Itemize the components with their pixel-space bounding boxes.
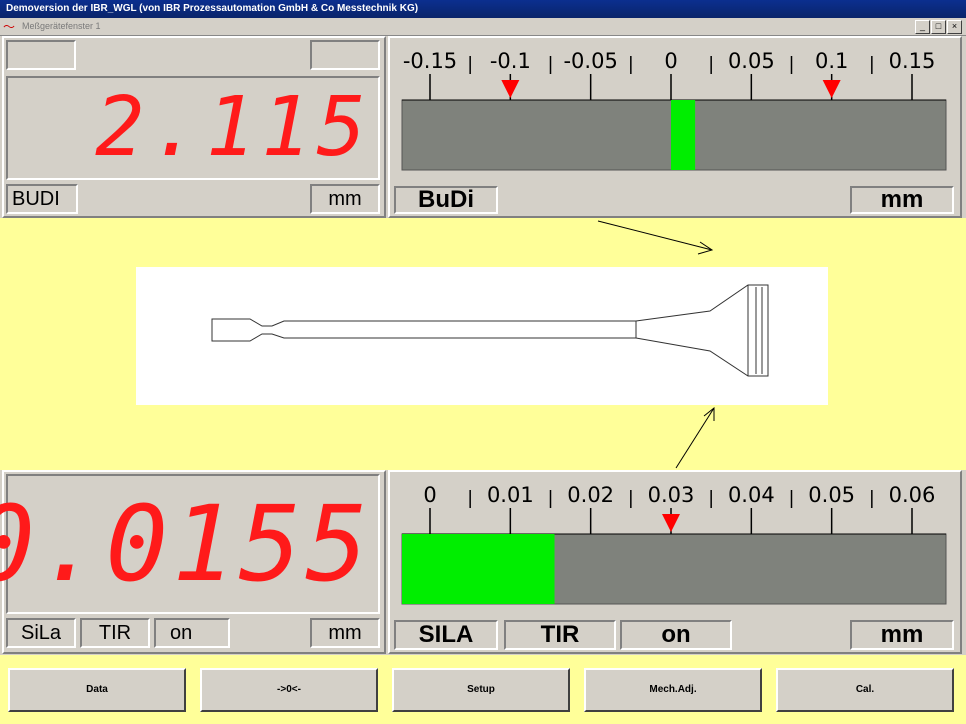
bottom-tick-label: 0.06 (889, 483, 936, 507)
bottom-tick-label: 0 (423, 483, 436, 507)
top-blank-field-left (6, 40, 76, 70)
bottom-tick-label: 0.04 (728, 483, 775, 507)
cal-button[interactable]: Cal. (776, 668, 954, 712)
top-tick-label: -0.15 (403, 49, 457, 73)
bottom-value-panel: 0.0155 SiLa TIR on mm (0, 470, 386, 654)
bottom-tick-label: 0.05 (808, 483, 855, 507)
bottom-scale-chart: 0 0.01 0.02 0.03 0.04 0.05 0.06 (401, 483, 947, 605)
bottom-state-label: on (154, 618, 230, 648)
window-title: Demoversion der IBR_WGL (von IBR Prozess… (6, 3, 419, 14)
bottom-tick-label: 0.02 (567, 483, 614, 507)
bottom-bar-state-label: on (620, 620, 732, 650)
bottom-scale-panel: 0 0.01 0.02 0.03 0.04 0.05 0.06 SILA TIR on mm (388, 470, 962, 654)
bottom-name-label: SiLa (6, 618, 76, 648)
bottom-bar-name-label: SILA (394, 620, 498, 650)
window-title-bar: Demoversion der IBR_WGL (von IBR Prozess… (0, 0, 966, 18)
top-tick-label: 0.15 (889, 49, 936, 73)
bottom-tick-label: 0.01 (487, 483, 534, 507)
top-measured-value: 2.115 (95, 80, 372, 175)
bottom-bar-unit-label: mm (850, 620, 954, 650)
top-name-label: BUDI (6, 184, 78, 214)
top-tick-label: -0.05 (563, 49, 617, 73)
top-unit-label: mm (310, 184, 380, 214)
top-digit-display: 2.115 (6, 76, 380, 180)
top-tick-label: 0.1 (815, 49, 848, 73)
top-tick-label: 0 (664, 49, 677, 73)
minimize-button[interactable]: _ (915, 20, 930, 34)
top-tick-label: -0.1 (490, 49, 531, 73)
bottom-unit-label: mm (310, 618, 380, 648)
bottom-mode-label: TIR (80, 618, 150, 648)
top-scale-chart: -0.15 -0.1 -0.05 0 0.05 0.1 0.15 (401, 49, 947, 171)
bottom-measured-value: 0.0155 (0, 483, 372, 605)
child-window-title-bar: 〜 Meßgerätefenster 1 _ □ × (0, 18, 966, 36)
mech-adj-button[interactable]: Mech.Adj. (584, 668, 762, 712)
setup-button[interactable]: Setup (392, 668, 570, 712)
bottom-value-bar (402, 534, 555, 604)
top-tolerance-marker (501, 80, 520, 98)
bottom-bar-mode-label: TIR (504, 620, 616, 650)
maximize-button[interactable]: □ (931, 20, 946, 34)
close-button[interactable]: × (947, 20, 962, 34)
top-tick-label: 0.05 (728, 49, 775, 73)
child-window-title: Meßgerätefenster 1 (22, 21, 101, 31)
top-bar-unit-label: mm (850, 186, 954, 214)
data-button[interactable]: Data (8, 668, 186, 712)
top-blank-field-right (310, 40, 380, 70)
top-bar-name-label: BuDi (394, 186, 498, 214)
bottom-tolerance-marker (662, 514, 680, 532)
top-value-panel: 2.115 BUDI mm (2, 36, 386, 218)
zero-button[interactable]: ->0<- (200, 668, 378, 712)
top-tolerance-marker (822, 80, 841, 98)
top-value-bar (671, 100, 696, 170)
top-scale-panel: -0.15 -0.1 -0.05 0 0.05 0.1 0.15 BuDi mm (388, 36, 962, 218)
bottom-digit-display: 0.0155 (0, 474, 380, 614)
bottom-tick-label: 0.03 (648, 483, 695, 507)
app-icon: 〜 (3, 20, 16, 34)
valve-illustration-area (136, 220, 828, 469)
valve-image-frame (136, 267, 828, 405)
